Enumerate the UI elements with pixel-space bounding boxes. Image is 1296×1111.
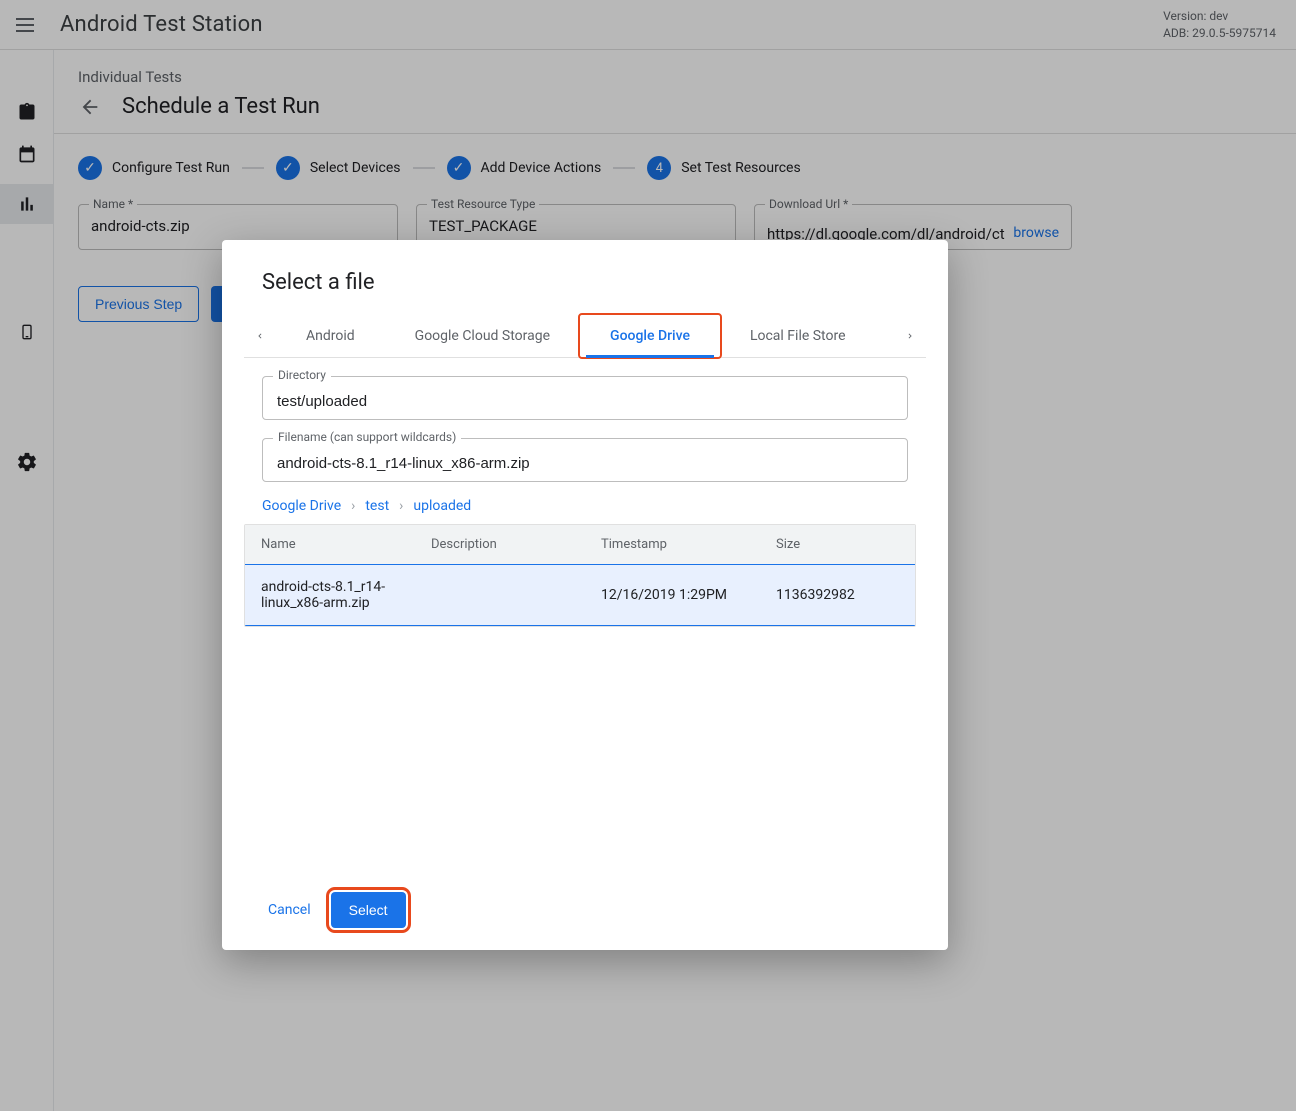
crumb-2[interactable]: uploaded [413,498,471,514]
filename-field[interactable]: Filename (can support wildcards) [262,438,908,482]
table-row[interactable]: android-cts-8.1_r14-linux_x86-arm.zip 12… [245,564,915,626]
select-highlight: Select [331,892,406,928]
chevron-left-icon[interactable] [244,315,276,357]
col-description: Description [431,537,601,552]
cell-name: android-cts-8.1_r14-linux_x86-arm.zip [261,579,431,611]
crumb-1[interactable]: test [365,498,389,514]
filename-input[interactable] [275,454,895,473]
tab-google-drive[interactable]: Google Drive [580,315,720,357]
chevron-right-icon: › [351,498,355,514]
path-breadcrumbs: Google Drive › test › uploaded [262,498,908,514]
cancel-button[interactable]: Cancel [262,894,317,926]
select-file-dialog: Select a file Android Google Cloud Stora… [222,240,948,950]
col-timestamp: Timestamp [601,537,776,552]
tab-android[interactable]: Android [276,315,385,357]
field-label: Directory [273,368,331,382]
cell-size: 1136392982 [776,587,899,603]
select-button[interactable]: Select [331,892,406,928]
field-label: Filename (can support wildcards) [273,430,461,444]
directory-input[interactable] [275,392,895,411]
col-name: Name [261,537,431,552]
dialog-actions: Cancel Select [222,876,948,950]
directory-field[interactable]: Directory [262,376,908,420]
table-header: Name Description Timestamp Size [245,525,915,564]
col-size: Size [776,537,899,552]
chevron-right-icon: › [399,498,403,514]
tabs-row: Android Google Cloud Storage Google Driv… [244,315,926,358]
dialog-title: Select a file [262,270,908,295]
crumb-root[interactable]: Google Drive [262,498,341,514]
chevron-right-icon[interactable] [894,315,926,357]
cell-timestamp: 12/16/2019 1:29PM [601,587,776,603]
tab-gcs[interactable]: Google Cloud Storage [385,315,580,357]
tab-local-file-store[interactable]: Local File Store [720,315,876,357]
file-table: Name Description Timestamp Size android-… [244,524,916,627]
